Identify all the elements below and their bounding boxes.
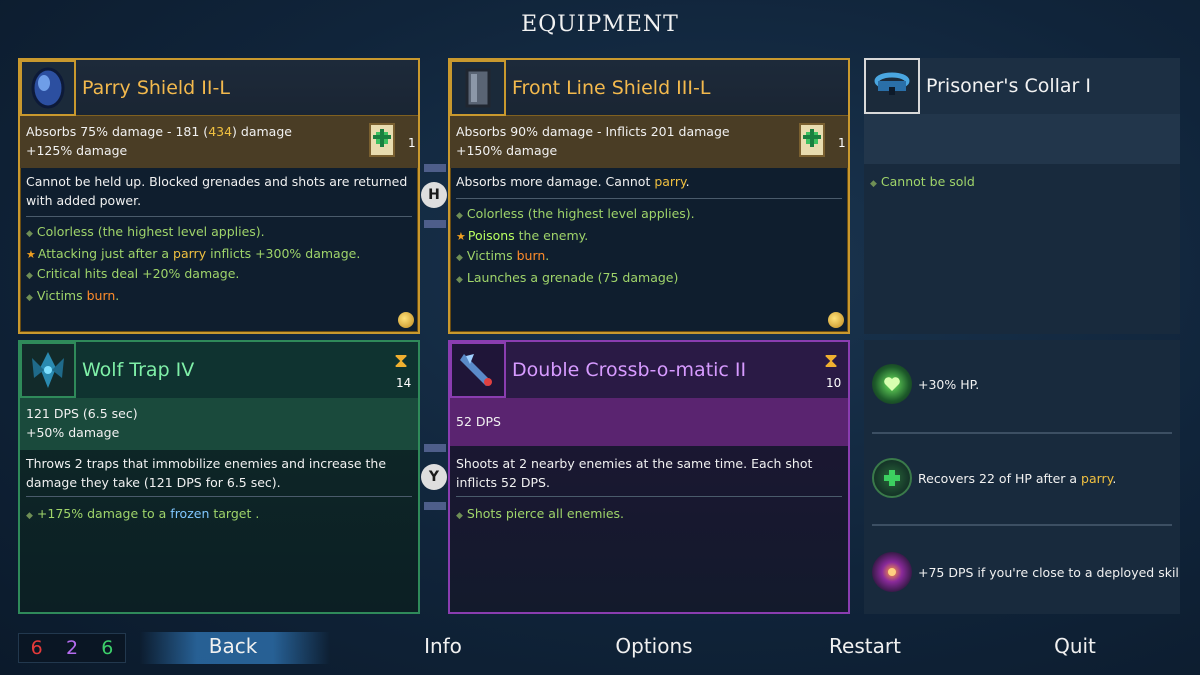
corner-gem-icon [398,312,414,328]
quit-button[interactable]: Quit [995,634,1155,658]
mutations-panel: +30% HP. Recovers 22 of HP after a parry… [864,340,1180,614]
page-title: EQUIPMENT [521,12,679,37]
options-button[interactable]: Options [574,634,734,658]
scroll-icon [369,123,395,157]
brutality-count: 6 [30,637,43,659]
tactics-count: 2 [65,637,79,659]
card-header: Front Line Shield III-L [450,60,848,116]
swap-button-bottom[interactable]: Y [421,464,447,490]
double-crossbomatic-card[interactable]: Double Crossb-o-matic II ⧗ 10 52 DPS Sho… [448,340,850,614]
item-stats: Absorbs 75% damage - 181 (434) damage +1… [20,116,418,168]
bullet-item: ◆ Critical hits deal +20% damage. [26,266,240,281]
front-line-shield-card[interactable]: Front Line Shield III-L Absorbs 90% dama… [448,58,850,334]
corner-gem-icon [828,312,844,328]
bullet-item: ◆ Shots pierce all enemies. [456,506,625,521]
bullet-item: ★ Attacking just after a parry inflicts +… [26,246,361,261]
item-stats: 52 DPS [450,398,848,446]
divider [456,496,842,497]
green-cross-icon [872,458,912,498]
wolf-trap-icon [20,342,76,398]
item-stats [864,114,1180,164]
swap-button-top[interactable]: H [421,182,447,208]
divider [26,496,412,497]
bullet-item: ◆ Victims burn. [26,288,120,303]
bullet-item: ◆ Launches a grenade (75 damage) [456,270,679,285]
cooldown-value: 10 [826,376,842,390]
star-icon: ★ [26,248,36,261]
item-bullets: ◆ Colorless (the highest level applies). … [456,204,842,290]
bottom-menu-bar: 6 2 6 Back Info Options Restart Quit [0,628,1200,668]
hourglass-icon: ⧗ [824,348,839,372]
item-description: Cannot be held up. Blocked grenades and … [26,174,408,208]
star-icon: ★ [456,230,466,243]
bullet-item: ★ Poisons the enemy. [456,228,589,243]
bullet-item: ◆ Victims burn. [456,248,550,263]
hourglass-icon: ⧗ [394,348,409,372]
item-description: Shoots at 2 nearby enemies at the same t… [456,456,813,490]
swap-arrow-left-icon [424,444,446,452]
scroll-count: 1 [838,136,846,150]
item-description: Absorbs more damage. Cannot parry. [456,174,690,189]
item-stats: Absorbs 90% damage - Inflicts 201 damage… [450,116,848,168]
item-stats: 121 DPS (6.5 sec) +50% damage [20,398,418,450]
item-name: Prisoner's Collar I [926,75,1091,97]
item-bullets: ◆ Shots pierce all enemies. [456,504,842,526]
swap-arrow-right-icon [424,220,446,228]
scroll-count: 1 [408,136,416,150]
back-button[interactable]: Back [153,634,313,658]
divider [26,216,412,217]
card-header: Parry Shield II-L [20,60,418,116]
card-header: Prisoner's Collar I [864,58,1180,114]
swap-arrow-left-icon [424,164,446,172]
item-name: Front Line Shield III-L [512,76,711,99]
cooldown-value: 14 [396,376,412,390]
swap-arrow-right-icon [424,502,446,510]
info-button[interactable]: Info [363,634,523,658]
scroll-icon [799,123,825,157]
item-bullets: ◆ Colorless (the highest level applies). … [26,222,412,308]
item-name: Wolf Trap IV [82,359,195,381]
item-bullets: ◆ +175% damage to a frozen target . [26,504,412,526]
parry-shield-card[interactable]: Parry Shield II-L Absorbs 75% damage - 1… [18,58,420,334]
tower-shield-icon [450,60,506,116]
mutation-item[interactable]: +30% HP. [864,364,1180,404]
shield-icon [20,60,76,116]
collar-icon [864,58,920,114]
item-description: Throws 2 traps that immobilize enemies a… [26,456,387,490]
divider [872,432,1172,434]
item-name: Double Crossb-o-matic II [512,359,747,381]
card-header: Wolf Trap IV [20,342,418,398]
restart-button[interactable]: Restart [785,634,945,658]
bullet-item: ◆ Colorless (the highest level applies). [26,224,265,239]
crossbow-icon [450,342,506,398]
item-bullets: ◆ Cannot be sold [870,172,1174,194]
bullet-item: ◆ Colorless (the highest level applies). [456,206,695,221]
bullet-item: ◆ Cannot be sold [870,174,975,189]
scroll-stats-counter: 6 2 6 [18,633,126,663]
mutation-item[interactable]: Recovers 22 of HP after a parry. [864,458,1180,498]
mutation-item[interactable]: +75 DPS if you're close to a deployed sk… [864,552,1180,592]
wolf-trap-card[interactable]: Wolf Trap IV ⧗ 14 121 DPS (6.5 sec) +50%… [18,340,420,614]
survival-count: 6 [101,637,114,659]
divider [872,524,1172,526]
item-name: Parry Shield II-L [82,76,230,99]
purple-eye-icon [872,552,912,592]
green-heart-icon [872,364,912,404]
bullet-item: ◆ +175% damage to a frozen target . [26,506,260,521]
card-header: Double Crossb-o-matic II [450,342,848,398]
prisoners-collar-card[interactable]: Prisoner's Collar I ◆ Cannot be sold [864,58,1180,334]
divider [456,198,842,199]
